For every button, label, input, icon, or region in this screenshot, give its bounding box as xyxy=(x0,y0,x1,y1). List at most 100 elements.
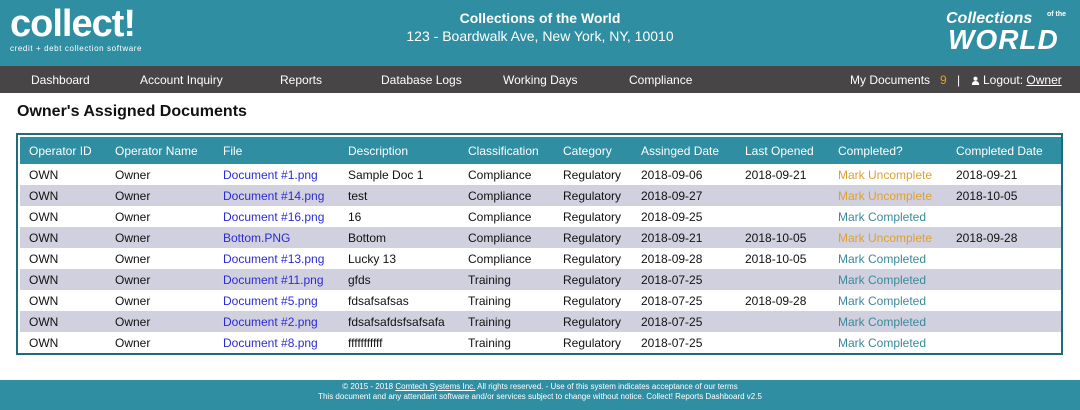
my-documents-link[interactable]: My Documents 9 xyxy=(850,73,947,87)
cell-category: Regulatory xyxy=(563,167,622,182)
documents-table: Operator ID Operator Name File Descripti… xyxy=(20,137,1061,353)
table-row: OWN Owner Document #2.png fdsafsafdsfsafsaf… xyxy=(20,311,1061,332)
cell-description: fffffffffff xyxy=(348,335,383,350)
cell-classification: Compliance xyxy=(459,185,554,206)
cell-file[interactable]: Document #14.png xyxy=(214,185,339,206)
cell-completed-date: 2018-09-28 xyxy=(947,227,1061,248)
cell-completed[interactable]: Mark Uncomplete xyxy=(829,227,947,248)
nav-database-logs[interactable]: Database Logs xyxy=(381,73,462,87)
company-info: Collections of the World 123 - Boardwalk… xyxy=(300,10,780,45)
cell-completed-date: 2018-09-21 xyxy=(956,167,1018,182)
cell-completed[interactable]: Mark Completed xyxy=(829,311,947,332)
cell-operator-id: OWN xyxy=(29,335,59,350)
header-last-opened[interactable]: Last Opened xyxy=(736,137,829,164)
cell-operator-name: Owner xyxy=(115,293,151,308)
nav-reports[interactable]: Reports xyxy=(280,73,322,87)
footer-copyright-suffix: All rights reserved. - Use of this syste… xyxy=(477,382,738,391)
brand-bottom-text: WORLD xyxy=(948,24,1059,55)
cell-file[interactable]: Document #2.png xyxy=(214,311,339,332)
nav-dashboard[interactable]: Dashboard xyxy=(31,73,90,87)
cell-last-opened xyxy=(736,311,829,332)
cell-category: Regulatory xyxy=(563,251,622,266)
cell-completed[interactable]: Mark Uncomplete xyxy=(829,185,947,206)
cell-completed-date xyxy=(947,311,1061,332)
cell-file[interactable]: Document #1.png xyxy=(214,164,339,185)
cell-description: gfds xyxy=(339,269,459,290)
cell-completed[interactable]: Mark Completed xyxy=(829,332,947,353)
header-operator-id[interactable]: Operator ID xyxy=(20,137,106,164)
cell-last-opened: 2018-09-28 xyxy=(745,293,807,308)
nav-separator: | xyxy=(957,73,961,87)
cell-last-opened: 2018-10-05 xyxy=(736,227,829,248)
cell-description: test xyxy=(339,185,459,206)
cell-completed-date xyxy=(947,206,1061,227)
cell-operator-name: Owner xyxy=(106,311,214,332)
logo-tagline: credit + debt collection software xyxy=(10,44,143,53)
cell-completed[interactable]: Mark Uncomplete xyxy=(829,164,947,185)
nav-working-days[interactable]: Working Days xyxy=(503,73,577,87)
cell-category: Regulatory xyxy=(554,185,632,206)
cell-completed[interactable]: Mark Completed xyxy=(829,248,947,269)
table-row: OWN Owner Document #5.png fdsafsafsas Traini… xyxy=(20,290,1061,311)
cell-completed-date: 2018-10-05 xyxy=(947,185,1061,206)
cell-operator-id: OWN xyxy=(29,167,59,182)
cell-category: Regulatory xyxy=(554,227,632,248)
footer-company-link[interactable]: Comtech Systems Inc. xyxy=(395,382,475,391)
cell-completed-date xyxy=(947,290,1061,311)
logout-label: Logout: xyxy=(983,73,1024,87)
cell-operator-name: Owner xyxy=(115,167,151,182)
header-operator-name[interactable]: Operator Name xyxy=(106,137,214,164)
cell-operator-name: Owner xyxy=(115,209,151,224)
cell-completed[interactable]: Mark Completed xyxy=(829,269,947,290)
my-documents-label: My Documents xyxy=(850,73,931,87)
cell-file[interactable]: Document #16.png xyxy=(214,206,339,227)
header-classification[interactable]: Classification xyxy=(459,137,554,164)
my-documents-count: 9 xyxy=(940,73,947,87)
cell-assigned-date: 2018-09-28 xyxy=(641,251,703,266)
header-assigned-date[interactable]: Assinged Date xyxy=(632,137,736,164)
cell-file[interactable]: Document #5.png xyxy=(214,290,339,311)
cell-operator-id: OWN xyxy=(20,227,106,248)
cell-completed[interactable]: Mark Completed xyxy=(829,290,947,311)
cell-last-opened: 2018-10-05 xyxy=(745,251,807,266)
nav-compliance[interactable]: Compliance xyxy=(629,73,692,87)
cell-assigned-date: 2018-07-25 xyxy=(641,335,703,350)
cell-operator-id: OWN xyxy=(20,269,106,290)
cell-completed-date xyxy=(947,332,1061,353)
table-row: OWN Owner Document #11.png gfds Training Regu… xyxy=(20,269,1061,290)
page-footer: © 2015 - 2018 Comtech Systems Inc. All r… xyxy=(0,380,1080,410)
cell-assigned-date: 2018-07-25 xyxy=(632,311,736,332)
cell-last-opened xyxy=(736,332,829,353)
cell-file[interactable]: Document #13.png xyxy=(214,248,339,269)
cell-category: Regulatory xyxy=(563,293,622,308)
cell-completed-date xyxy=(947,248,1061,269)
header-description[interactable]: Description xyxy=(339,137,459,164)
table-row: OWN Owner Document #8.png fffffffffff Traini… xyxy=(20,332,1061,353)
cell-file[interactable]: Bottom.PNG xyxy=(214,227,339,248)
cell-assigned-date: 2018-09-21 xyxy=(632,227,736,248)
logout-user-link[interactable]: Owner xyxy=(1026,73,1061,87)
logo-wordmark: collect! xyxy=(10,3,136,45)
header-completed-date[interactable]: Completed Date xyxy=(947,137,1061,164)
table-row: OWN Owner Document #1.png Sample Doc 1 Compl… xyxy=(20,164,1061,185)
cell-file[interactable]: Document #11.png xyxy=(214,269,339,290)
logout-area[interactable]: Logout: Owner xyxy=(971,73,1062,87)
cell-description: Lucky 13 xyxy=(348,251,397,266)
cell-completed[interactable]: Mark Completed xyxy=(829,206,947,227)
nav-account-inquiry[interactable]: Account Inquiry xyxy=(140,73,223,87)
cell-assigned-date: 2018-09-06 xyxy=(641,167,703,182)
header-file[interactable]: File xyxy=(214,137,339,164)
cell-category: Regulatory xyxy=(554,311,632,332)
cell-file[interactable]: Document #8.png xyxy=(214,332,339,353)
footer-notice: This document and any attendant software… xyxy=(318,392,762,401)
cell-last-opened xyxy=(736,185,829,206)
app-header: collect! credit + debt collection softwa… xyxy=(0,0,1080,66)
cell-operator-id: OWN xyxy=(20,185,106,206)
page-title: Owner's Assigned Documents xyxy=(17,103,247,120)
header-category[interactable]: Category xyxy=(554,137,632,164)
collect-logo[interactable]: collect! credit + debt collection softwa… xyxy=(10,4,142,53)
header-completed[interactable]: Completed? xyxy=(829,137,947,164)
cell-classification: Compliance xyxy=(468,167,532,182)
table-row: OWN Owner Document #14.png test Compliance Re… xyxy=(20,185,1061,206)
cell-operator-id: OWN xyxy=(29,293,59,308)
